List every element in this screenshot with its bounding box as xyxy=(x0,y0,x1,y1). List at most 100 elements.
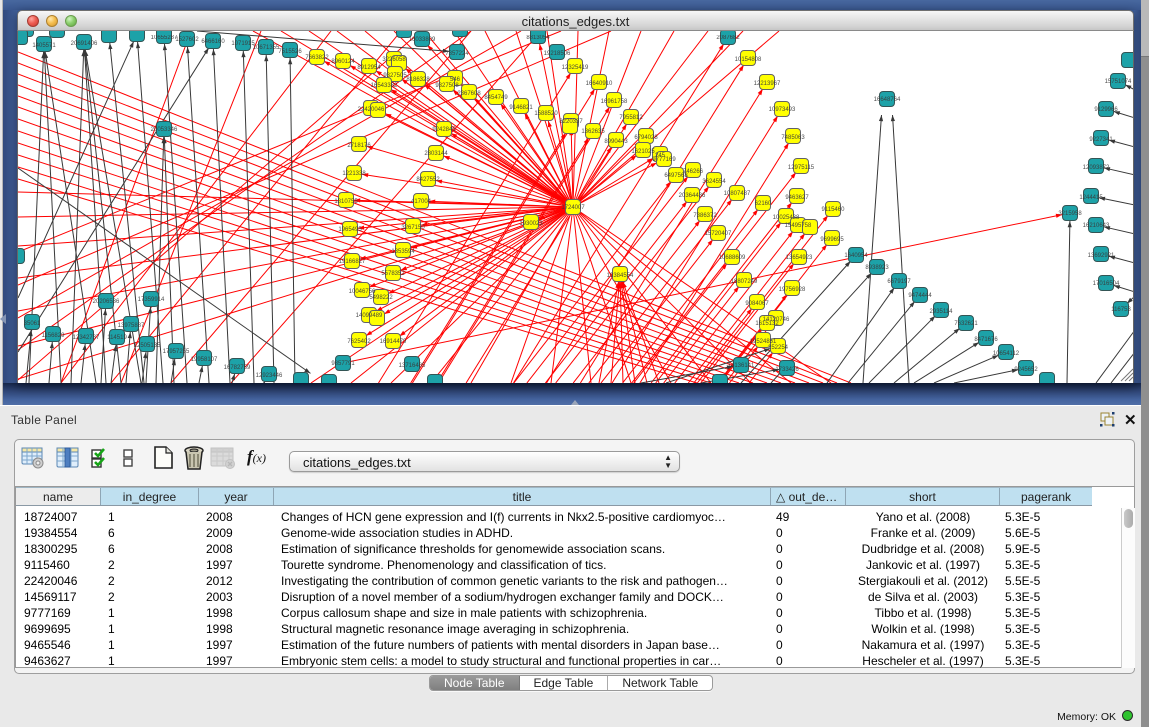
svg-text:8220337: 8220337 xyxy=(559,119,583,125)
svg-text:1156829: 1156829 xyxy=(42,333,66,339)
svg-text:13716485: 13716485 xyxy=(399,363,426,369)
svg-text:7515526: 7515526 xyxy=(278,49,302,55)
svg-text:1810755: 1810755 xyxy=(334,199,358,205)
svg-text:16543382: 16543382 xyxy=(371,83,398,89)
svg-text:10655287: 10655287 xyxy=(151,35,178,41)
svg-text:1221338: 1221338 xyxy=(342,171,366,177)
svg-text:5578352: 5578352 xyxy=(381,271,405,277)
svg-text:15751074: 15751074 xyxy=(1105,79,1132,85)
svg-text:9463627: 9463627 xyxy=(785,195,809,201)
svg-text:7663822: 7663822 xyxy=(305,55,329,61)
svg-text:2367608: 2367608 xyxy=(457,91,481,97)
svg-text:6497568: 6497568 xyxy=(664,173,688,179)
svg-text:16210643: 16210643 xyxy=(1083,223,1110,229)
svg-text:1588520: 1588520 xyxy=(534,111,558,117)
svg-text:1527602: 1527602 xyxy=(175,37,199,43)
svg-text:20364436: 20364436 xyxy=(679,193,706,199)
svg-text:19166827: 19166827 xyxy=(339,259,366,265)
svg-text:9084067: 9084067 xyxy=(745,301,769,307)
svg-text:62160: 62160 xyxy=(755,201,772,207)
svg-text:1733426: 1733426 xyxy=(775,367,799,373)
svg-text:10688609: 10688609 xyxy=(719,255,746,261)
svg-text:16648764: 16648764 xyxy=(874,97,901,103)
svg-text:19958107: 19958107 xyxy=(191,357,218,363)
svg-text:417004: 417004 xyxy=(411,199,432,205)
svg-text:2087682: 2087682 xyxy=(716,35,740,41)
svg-text:8990443: 8990443 xyxy=(604,139,628,145)
svg-text:13654923: 13654923 xyxy=(786,255,813,261)
svg-text:8912954: 8912954 xyxy=(357,65,381,71)
svg-text:35061: 35061 xyxy=(24,321,41,327)
svg-text:8471676: 8471676 xyxy=(974,337,998,343)
svg-text:20206536: 20206536 xyxy=(93,299,120,305)
svg-text:9777169: 9777169 xyxy=(652,157,676,163)
svg-text:1965495: 1965495 xyxy=(338,227,362,233)
svg-text:10025438: 10025438 xyxy=(773,215,800,221)
svg-text:20053346: 20053346 xyxy=(151,127,178,133)
svg-text:1621025: 1621025 xyxy=(631,149,655,155)
svg-text:13692921: 13692921 xyxy=(1088,253,1115,259)
svg-text:16961758: 16961758 xyxy=(601,99,628,105)
svg-text:12975115: 12975115 xyxy=(788,165,815,171)
svg-text:17016504: 17016504 xyxy=(1093,281,1120,287)
svg-text:12342737: 12342737 xyxy=(73,335,100,341)
svg-text:15495758: 15495758 xyxy=(785,223,812,229)
svg-text:9327508: 9327508 xyxy=(435,83,459,89)
svg-text:3624554: 3624554 xyxy=(702,179,726,185)
svg-text:1353594: 1353594 xyxy=(391,249,415,255)
svg-text:16640910: 16640910 xyxy=(586,81,613,87)
svg-text:7386372: 7386372 xyxy=(693,213,717,219)
svg-text:15720407: 15720407 xyxy=(705,231,732,237)
svg-text:252254: 252254 xyxy=(768,345,789,351)
svg-text:14099489: 14099489 xyxy=(356,313,383,319)
svg-text:7357224: 7357224 xyxy=(445,51,469,57)
svg-text:13975887: 13975887 xyxy=(118,323,145,329)
svg-text:10807487: 10807487 xyxy=(724,191,751,197)
svg-text:8454749: 8454749 xyxy=(484,95,508,101)
svg-text:14136141: 14136141 xyxy=(728,363,755,369)
svg-text:12325419: 12325419 xyxy=(562,65,589,71)
svg-text:7485063: 7485063 xyxy=(781,135,805,141)
svg-text:3226058: 3226058 xyxy=(382,57,406,63)
svg-text:1930023: 1930023 xyxy=(519,221,543,227)
svg-text:8813054: 8813054 xyxy=(526,35,550,41)
svg-text:5498222: 5498222 xyxy=(369,295,393,301)
svg-text:12923446: 12923446 xyxy=(256,373,283,379)
svg-text:2935114: 2935114 xyxy=(930,309,954,315)
svg-text:12505135: 12505135 xyxy=(134,343,161,349)
svg-text:10671355: 10671355 xyxy=(253,45,280,51)
svg-text:1362635: 1362635 xyxy=(581,129,605,135)
svg-text:17359914: 17359914 xyxy=(138,297,165,303)
svg-text:8938923: 8938923 xyxy=(865,265,889,271)
svg-text:1405571: 1405571 xyxy=(32,43,56,49)
svg-text:22420046: 22420046 xyxy=(358,107,385,113)
svg-text:8960124: 8960124 xyxy=(331,59,355,65)
svg-text:10654112: 10654112 xyxy=(993,351,1020,357)
svg-text:9245652: 9245652 xyxy=(1014,367,1038,373)
svg-text:1244415: 1244415 xyxy=(1079,195,1103,201)
svg-text:7955812: 7955812 xyxy=(619,115,643,121)
svg-text:19756928: 19756928 xyxy=(779,287,806,293)
svg-text:16782759: 16782759 xyxy=(224,365,251,371)
svg-text:6679197: 6679197 xyxy=(887,279,911,285)
svg-text:1724007: 1724007 xyxy=(561,205,585,211)
svg-text:3215958: 3215958 xyxy=(1058,211,1082,217)
svg-text:2803144: 2803144 xyxy=(424,151,448,157)
svg-text:114519: 114519 xyxy=(107,335,127,341)
svg-text:9129966: 9129966 xyxy=(1094,107,1118,113)
svg-text:8186328: 8186328 xyxy=(406,77,430,83)
svg-text:9327505: 9327505 xyxy=(383,73,407,79)
svg-text:9699695: 9699695 xyxy=(820,237,844,243)
svg-text:9474444: 9474444 xyxy=(908,293,932,299)
svg-text:12093872: 12093872 xyxy=(1083,165,1110,171)
svg-text:12213967: 12213967 xyxy=(754,81,781,87)
svg-text:1640954: 1640954 xyxy=(844,253,868,259)
svg-text:116753: 116753 xyxy=(1111,307,1131,313)
svg-text:16033809: 16033809 xyxy=(409,37,436,43)
svg-text:16914479: 16914479 xyxy=(380,339,407,345)
svg-text:1615132: 1615132 xyxy=(755,321,779,327)
svg-text:20691406: 20691406 xyxy=(71,41,98,47)
svg-text:9115460: 9115460 xyxy=(822,207,846,213)
svg-text:2718176: 2718176 xyxy=(347,143,371,149)
svg-text:7625402: 7625402 xyxy=(347,339,371,345)
